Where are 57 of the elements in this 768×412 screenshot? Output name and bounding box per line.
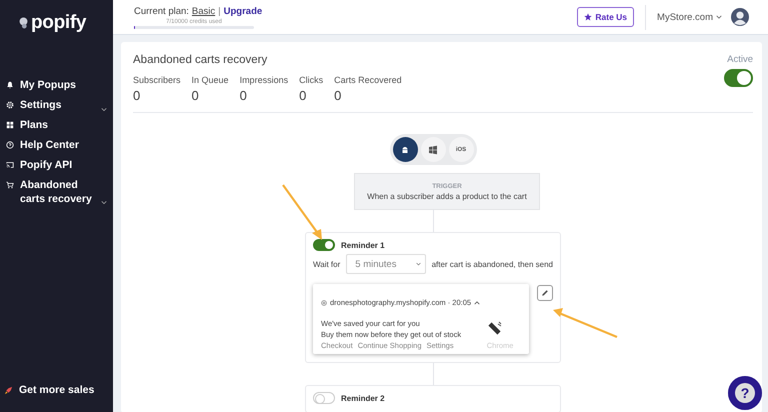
chevron-down-icon [416,262,421,266]
rocket-icon [4,386,13,394]
windows-platform-button[interactable] [420,137,446,162]
stat-value: 0 [299,88,308,103]
avatar-icon[interactable] [731,8,749,26]
get-more-sales-link[interactable]: Get more sales [0,384,113,396]
sidebar-item[interactable]: Plans [0,118,113,133]
stat-value: 0 [334,88,342,103]
help-icon [6,141,14,149]
logo-icon [18,16,29,30]
stat-label: Clicks [299,75,324,85]
stat-label: In Queue [192,75,229,85]
plan-link[interactable]: Basic [192,6,216,16]
sidebar-item[interactable]: Popify API [0,158,113,173]
stat-label: Subscribers [133,75,181,85]
edit-button[interactable] [537,285,553,301]
sidebar-item[interactable]: Help Center [0,138,113,153]
card-title: Abandoned carts recovery [133,54,268,66]
wait-label: Wait for [313,260,340,268]
trigger-text: When a subscriber adds a product to the cart [367,192,527,200]
globe-icon [321,300,327,306]
plan-label: Current plan: [134,6,189,16]
android-platform-button[interactable] [392,137,418,162]
chevron-down-icon [716,15,722,19]
stat-value: 0 [240,88,248,103]
wait-dropdown[interactable]: 5 minutes [346,254,426,274]
stat-label: Impressions [240,75,288,85]
separator-text: | [218,6,221,16]
chevron-up-icon [474,300,480,304]
reminder-toggle[interactable] [313,239,335,251]
cast-icon [6,161,14,169]
wait-description: after cart is abandoned, then send [432,260,553,268]
chevron-down-icon [101,107,107,112]
bell-icon [6,81,14,89]
sidebar-item[interactable]: My Popups [0,78,113,93]
windows-icon [428,144,438,154]
stat-label: Carts Recovered [334,75,402,85]
store-dropdown[interactable]: MyStore.com [657,12,722,22]
pencil-icon [541,289,550,297]
stat-value: 0 [133,88,142,103]
reminder-title: Reminder 1 [341,240,385,250]
chevron-down-icon [101,200,107,205]
stat-value: 0 [192,88,200,103]
annotation-arrow [282,184,322,240]
active-toggle[interactable] [724,69,753,87]
rate-us-button[interactable]: Rate Us [577,7,634,27]
active-label: Active [727,54,753,65]
logo-text: popify [31,12,86,34]
annotation-arrow [553,308,618,338]
cart-icon [6,181,14,189]
upgrade-link[interactable]: Upgrade [224,6,262,16]
sidebar-item[interactable]: Abandoned carts recovery [0,178,113,206]
grid-icon [6,121,14,129]
reminder-title: Reminder 2 [341,394,385,402]
sidebar-item[interactable]: Settings [0,98,113,113]
star-icon [584,13,592,21]
gear-icon [6,101,14,109]
